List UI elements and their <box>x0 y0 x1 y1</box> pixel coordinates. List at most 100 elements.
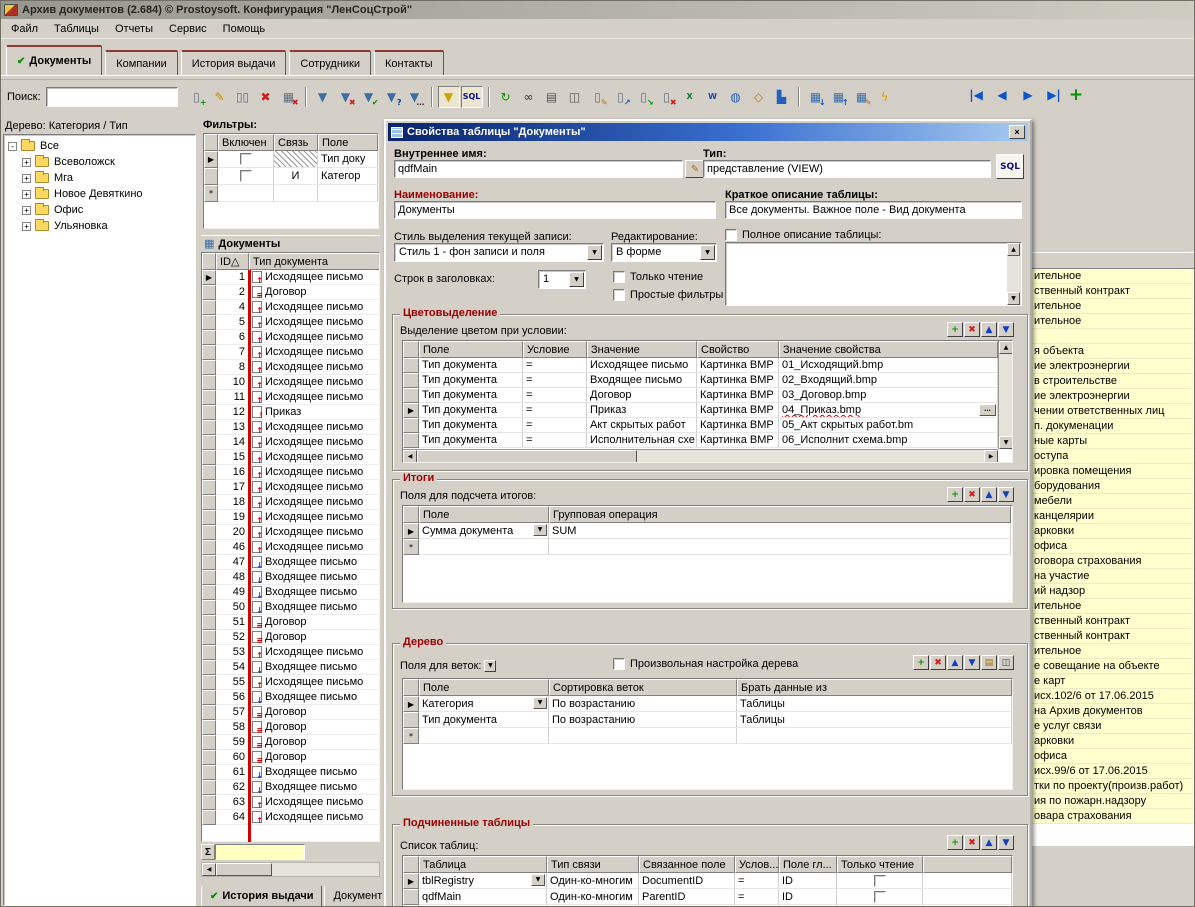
dropdown-icon[interactable]: ▼ <box>533 697 547 709</box>
table-row[interactable]: ▶1Исходящее письмо <box>202 270 379 285</box>
import-icon[interactable]: ▯↘ <box>633 86 655 108</box>
readonly-checkbox[interactable] <box>874 875 886 887</box>
short-desc-input[interactable] <box>725 201 1022 219</box>
table-row[interactable]: 49Входящее письмо <box>202 585 379 600</box>
export-delete-icon[interactable]: ▯✖ <box>656 86 678 108</box>
table-row[interactable]: 60Договор <box>202 750 379 765</box>
subtable-down-icon[interactable]: ▦↓ <box>805 86 827 108</box>
table-row[interactable]: 19Исходящее письмо <box>202 510 379 525</box>
menu-item-Помощь[interactable]: Помощь <box>215 21 274 37</box>
tree-collapse-icon[interactable]: - <box>8 142 17 151</box>
table-row[interactable]: 4Исходящее письмо <box>202 300 379 315</box>
tree-expand-icon[interactable]: + <box>22 222 31 231</box>
tree-item-root[interactable]: -Все <box>6 138 193 154</box>
search-input[interactable] <box>46 87 178 107</box>
next-record-icon[interactable]: ▶ <box>1016 84 1040 106</box>
print-icon[interactable]: ▤ <box>541 86 563 108</box>
readonly-checkbox[interactable] <box>613 271 625 283</box>
grid-row[interactable]: ▶Тип документа=ПриказКартинка BMP04_Прик… <box>403 403 1012 418</box>
filter-custom-icon[interactable]: ▼… <box>404 86 426 108</box>
table-row[interactable]: 61Входящее письмо <box>202 765 379 780</box>
style-combo[interactable]: Стиль 1 - фон записи и поля ▼ <box>394 243 604 262</box>
prev-record-icon[interactable]: ◀ <box>990 84 1014 106</box>
full-description-checkbox[interactable] <box>725 229 737 241</box>
actions-icon[interactable]: ϟ <box>874 86 896 108</box>
scroll-left-icon[interactable]: ◀ <box>202 863 216 876</box>
print-preview-icon[interactable]: ◫ <box>564 86 586 108</box>
tree-expand-icon[interactable]: + <box>22 174 31 183</box>
grid-row[interactable]: Тип документа=Исполнительная схеКартинка… <box>403 433 1012 448</box>
color-grid-hscrollbar[interactable]: ◀▶ <box>403 449 998 462</box>
edit-record-icon[interactable]: ✎ <box>209 86 231 108</box>
readonly-checkbox-row[interactable]: Только чтение <box>613 271 703 283</box>
table-row[interactable]: 58Договор <box>202 720 379 735</box>
filter-new-row[interactable]: * <box>204 185 378 202</box>
readonly-checkbox[interactable] <box>874 891 886 903</box>
grid-row[interactable]: Тип документа=ДоговорКартинка BMP03_Дого… <box>403 388 1012 403</box>
filter-question-icon[interactable]: ▼? <box>381 86 403 108</box>
filter-enabled-checkbox[interactable] <box>240 170 252 182</box>
tree-expand-icon[interactable]: + <box>22 206 31 215</box>
menu-item-Отчеты[interactable]: Отчеты <box>107 21 161 37</box>
menu-item-Сервис[interactable]: Сервис <box>161 21 215 37</box>
filter-icon[interactable]: ▼ <box>312 86 334 108</box>
grid-row[interactable]: Тип документа=Исходящее письмоКартинка B… <box>403 358 1012 373</box>
highlight-filter-icon[interactable]: ▼ <box>438 86 460 108</box>
grid-move-up-button[interactable]: ▲ <box>947 655 963 670</box>
grid-row[interactable]: Тип документа=Входящее письмоКартинка BM… <box>403 373 1012 388</box>
table-row[interactable]: 52Договор <box>202 630 379 645</box>
scroll-up-icon[interactable]: ▲ <box>999 341 1013 354</box>
table-row[interactable]: 53Исходящее письмо <box>202 645 379 660</box>
chevron-down-icon[interactable]: ▼ <box>569 272 584 287</box>
tab-История выдачи[interactable]: История выдачи <box>181 50 287 75</box>
table-row[interactable]: 46Исходящее письмо <box>202 540 379 555</box>
grid-move-up-button[interactable]: ▲ <box>981 835 997 850</box>
first-record-icon[interactable]: |◀ <box>964 84 988 106</box>
filter-clear-icon[interactable]: ▼✖ <box>335 86 357 108</box>
grid-add-button[interactable]: + <box>947 487 963 502</box>
table-row[interactable]: 63Исходящее письмо <box>202 795 379 810</box>
simple-filters-checkbox-row[interactable]: Простые фильтры <box>613 289 723 301</box>
delete-table-record-icon[interactable]: ▦✖ <box>278 86 300 108</box>
grid-row[interactable]: ▶Категория▼По возрастаниюТаблицы <box>403 696 1012 712</box>
sql-filter-icon[interactable]: SQL <box>461 86 483 108</box>
table-row[interactable]: 17Исходящее письмо <box>202 480 379 495</box>
grid-row[interactable]: Тип документаПо возрастаниюТаблицы <box>403 712 1012 728</box>
scroll-thumb[interactable] <box>417 450 637 463</box>
tree-save-button[interactable]: ◫ <box>998 655 1014 670</box>
add-row-icon[interactable]: + <box>1065 84 1087 106</box>
rename-field-button[interactable]: ✎ <box>685 160 705 178</box>
grid-move-down-button[interactable]: ▼ <box>998 835 1014 850</box>
table-row[interactable]: 64Исходящее письмо <box>202 810 379 825</box>
grid-row[interactable]: Тип документа=Акт скрытых работКартинка … <box>403 418 1012 433</box>
simple-filters-checkbox[interactable] <box>613 289 625 301</box>
sql-button[interactable]: SQL <box>996 154 1024 179</box>
grid-add-button[interactable]: + <box>947 322 963 337</box>
edit-mode-combo[interactable]: В форме ▼ <box>611 243 717 262</box>
grid-row[interactable]: * <box>403 539 1012 555</box>
filter-enabled-checkbox[interactable] <box>240 153 252 165</box>
dropdown-icon[interactable]: ▼ <box>531 874 545 886</box>
subtable-up-icon[interactable]: ▦↑ <box>828 86 850 108</box>
table-row[interactable]: 14Исходящее письмо <box>202 435 379 450</box>
table-row[interactable]: 48Входящее письмо <box>202 570 379 585</box>
table-row[interactable]: 7Исходящее письмо <box>202 345 379 360</box>
scroll-left-icon[interactable]: ◀ <box>403 450 417 463</box>
scroll-thumb[interactable] <box>216 863 272 876</box>
tab-Документы[interactable]: ✔Документы <box>6 45 102 75</box>
textarea-scrollbar[interactable]: ▲ ▼ <box>1007 243 1021 305</box>
tree-expand-icon[interactable]: + <box>22 190 31 199</box>
table-row[interactable]: 8Исходящее письмо <box>202 360 379 375</box>
documents-hscrollbar[interactable]: ◀ <box>201 862 380 877</box>
filter-row[interactable]: ИКатегор <box>204 168 378 185</box>
table-row[interactable]: 57Договор <box>202 705 379 720</box>
table-row[interactable]: 6Исходящее письмо <box>202 330 379 345</box>
custom-tree-checkbox-row[interactable]: Произвольная настройка дерева <box>613 658 798 670</box>
bottom-tab-Документ[interactable]: Документ <box>324 886 384 907</box>
dialog-close-button[interactable]: × <box>1009 125 1025 139</box>
ellipsis-button[interactable]: ... <box>979 404 996 416</box>
grid-move-up-button[interactable]: ▲ <box>981 487 997 502</box>
grid-row[interactable]: qdfMainОдин-ко-многимParentID=ID <box>403 889 1012 905</box>
tab-Сотрудники[interactable]: Сотрудники <box>289 50 371 75</box>
tree-open-button[interactable]: ▤ <box>981 655 997 670</box>
